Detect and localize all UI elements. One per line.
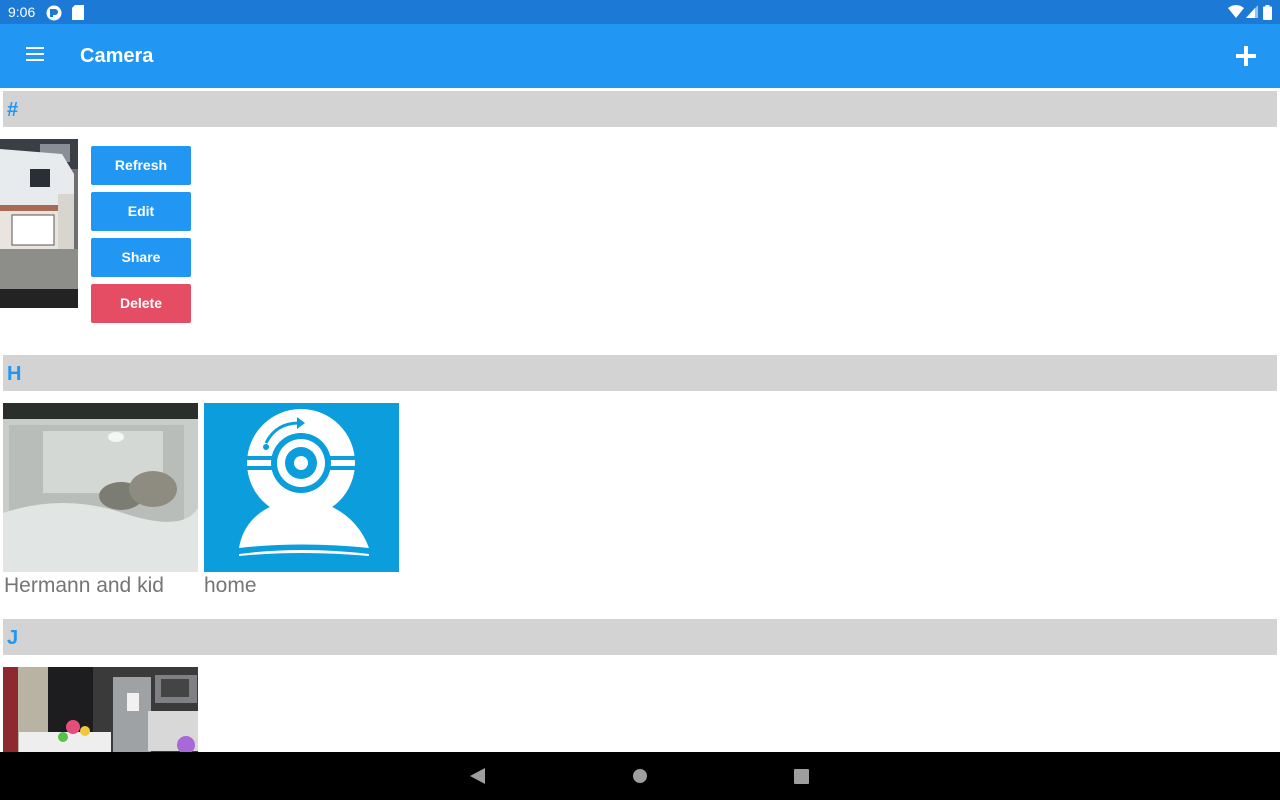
section-letter: H bbox=[7, 363, 22, 385]
hamburger-menu-icon[interactable] bbox=[22, 46, 50, 66]
section-header-hash: # bbox=[3, 91, 1277, 127]
navigation-bar bbox=[0, 752, 1280, 800]
status-bar: 9:06 bbox=[0, 0, 1280, 24]
home-icon[interactable] bbox=[633, 769, 647, 783]
refresh-button[interactable]: Refresh bbox=[91, 146, 191, 185]
section-letter: J bbox=[7, 627, 19, 649]
page-title: Camera bbox=[80, 45, 154, 67]
section-header-h: H bbox=[3, 355, 1277, 391]
app-bar: Camera bbox=[0, 24, 1280, 88]
camera-thumbnail-hermann[interactable] bbox=[3, 403, 198, 572]
camera-thumbnail-van[interactable] bbox=[0, 139, 78, 308]
share-button[interactable]: Share bbox=[91, 238, 191, 277]
recents-icon[interactable] bbox=[794, 769, 809, 784]
webcam-placeholder-icon bbox=[204, 403, 399, 572]
wifi-icon bbox=[1228, 5, 1244, 18]
section-header-j: J bbox=[3, 619, 1277, 655]
status-time: 9:06 bbox=[8, 4, 36, 20]
edit-button[interactable]: Edit bbox=[91, 192, 191, 231]
camera-name[interactable]: home bbox=[204, 574, 257, 598]
camera-name[interactable]: Hermann and kid bbox=[4, 574, 164, 598]
delete-button[interactable]: Delete bbox=[91, 284, 191, 323]
camera-thumbnail-home[interactable] bbox=[204, 403, 399, 572]
section-letter: # bbox=[7, 99, 19, 121]
sd-card-icon bbox=[72, 5, 84, 20]
back-icon[interactable] bbox=[470, 768, 485, 784]
cell-signal-icon bbox=[1246, 5, 1258, 18]
camera-thumbnail-kitchen[interactable] bbox=[3, 667, 198, 752]
battery-icon bbox=[1263, 5, 1272, 20]
add-camera-button[interactable] bbox=[1232, 42, 1260, 70]
notification-app-icon bbox=[46, 5, 62, 21]
